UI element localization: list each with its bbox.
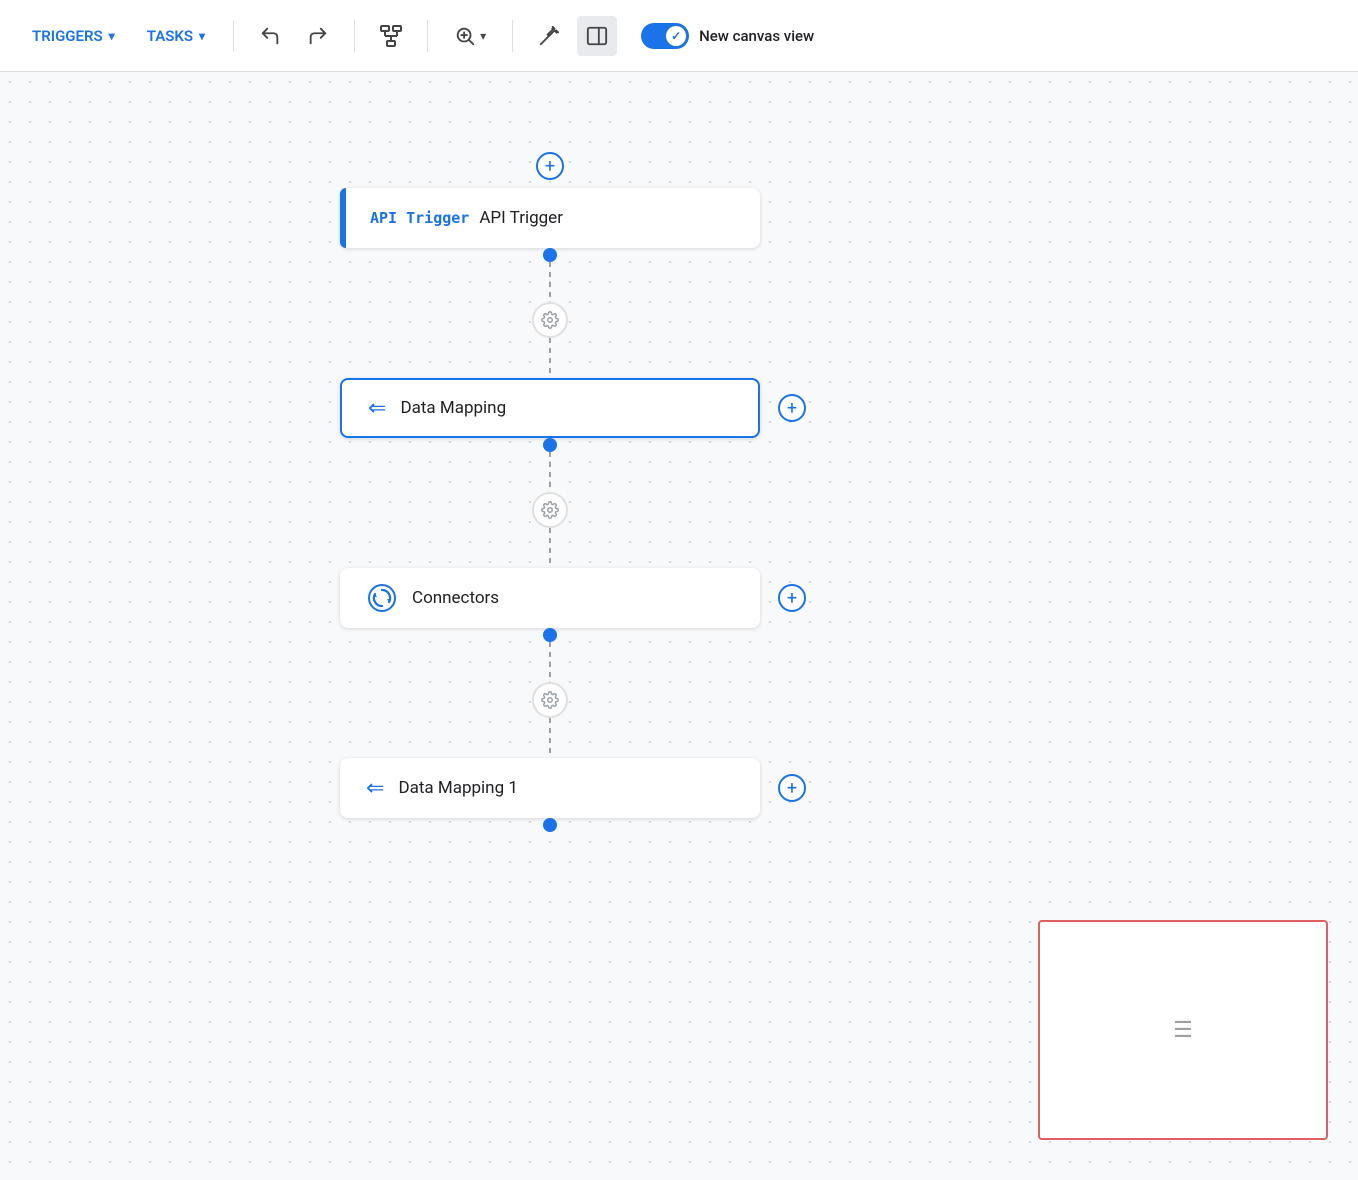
zoom-button[interactable]: ▾ xyxy=(444,19,496,53)
api-trigger-accent xyxy=(340,188,346,248)
gear-3[interactable] xyxy=(532,682,568,718)
add-data-mapping-button[interactable]: + xyxy=(778,394,806,422)
triggers-label: TRIGGERS xyxy=(32,27,103,45)
line-3 xyxy=(549,452,551,492)
gear-1[interactable] xyxy=(532,302,568,338)
mini-map[interactable]: ☰ xyxy=(1038,920,1328,1140)
gear-3-icon xyxy=(541,691,559,709)
flow-container: + API Trigger API Trigger xyxy=(340,152,760,832)
add-connectors-button[interactable]: + xyxy=(778,584,806,612)
tasks-chevron: ▾ xyxy=(199,29,205,43)
zoom-chevron: ▾ xyxy=(480,29,486,43)
gear-2[interactable] xyxy=(532,492,568,528)
line-1 xyxy=(549,262,551,302)
undo-button[interactable] xyxy=(250,16,290,56)
dot-4 xyxy=(543,818,557,832)
divider-4 xyxy=(512,20,513,52)
connectors-icon xyxy=(366,582,398,614)
mini-map-icon: ☰ xyxy=(1173,1018,1193,1043)
line-6 xyxy=(549,718,551,758)
toggle-thumb: ✓ xyxy=(666,26,686,46)
triggers-chevron: ▾ xyxy=(109,29,115,43)
toolbar: TRIGGERS ▾ TASKS ▾ xyxy=(0,0,1358,72)
connectors-node[interactable]: Connectors xyxy=(340,568,760,628)
api-trigger-label: API Trigger xyxy=(479,208,563,228)
zoom-icon xyxy=(454,25,476,47)
divider-3 xyxy=(427,20,428,52)
new-canvas-toggle-container[interactable]: ✓ New canvas view xyxy=(641,23,814,49)
divider-2 xyxy=(354,20,355,52)
dot-3 xyxy=(543,628,557,642)
wand-icon xyxy=(538,25,560,47)
data-mapping-1-node[interactable]: ⇐ Data Mapping 1 xyxy=(340,758,760,818)
triggers-button[interactable]: TRIGGERS ▾ xyxy=(20,19,127,53)
gear-1-icon xyxy=(541,311,559,329)
api-badge: API Trigger xyxy=(370,209,469,227)
new-canvas-label: New canvas view xyxy=(699,27,814,45)
tasks-label: TASKS xyxy=(147,27,193,45)
toggle-check-icon: ✓ xyxy=(671,29,681,43)
gear-2-icon xyxy=(541,501,559,519)
toggle-track: ✓ xyxy=(641,23,689,49)
line-5 xyxy=(549,642,551,682)
data-mapping-1-icon: ⇐ xyxy=(366,776,384,801)
line-2 xyxy=(549,338,551,378)
dot-1 xyxy=(543,248,557,262)
layout-icon xyxy=(379,24,403,48)
data-mapping-icon: ⇐ xyxy=(368,396,386,421)
panel-button[interactable] xyxy=(577,16,617,56)
data-mapping-label: Data Mapping xyxy=(400,398,506,418)
divider-1 xyxy=(233,20,234,52)
connectors-label: Connectors xyxy=(412,588,499,608)
redo-button[interactable] xyxy=(298,16,338,56)
tasks-button[interactable]: TASKS ▾ xyxy=(135,19,217,53)
api-trigger-node[interactable]: API Trigger API Trigger xyxy=(340,188,760,248)
data-mapping-node[interactable]: ⇐ Data Mapping xyxy=(340,378,760,438)
wand-button[interactable] xyxy=(529,16,569,56)
panel-icon xyxy=(586,25,608,47)
undo-icon xyxy=(259,25,281,47)
redo-icon xyxy=(307,25,329,47)
data-mapping-1-label: Data Mapping 1 xyxy=(398,778,517,798)
add-data-mapping-1-button[interactable]: + xyxy=(778,774,806,802)
layout-button[interactable] xyxy=(371,16,411,56)
dot-2 xyxy=(543,438,557,452)
canvas[interactable]: + API Trigger API Trigger xyxy=(0,72,1358,1180)
new-canvas-toggle[interactable]: ✓ xyxy=(641,23,689,49)
add-top-button[interactable]: + xyxy=(536,152,564,180)
line-4 xyxy=(549,528,551,568)
